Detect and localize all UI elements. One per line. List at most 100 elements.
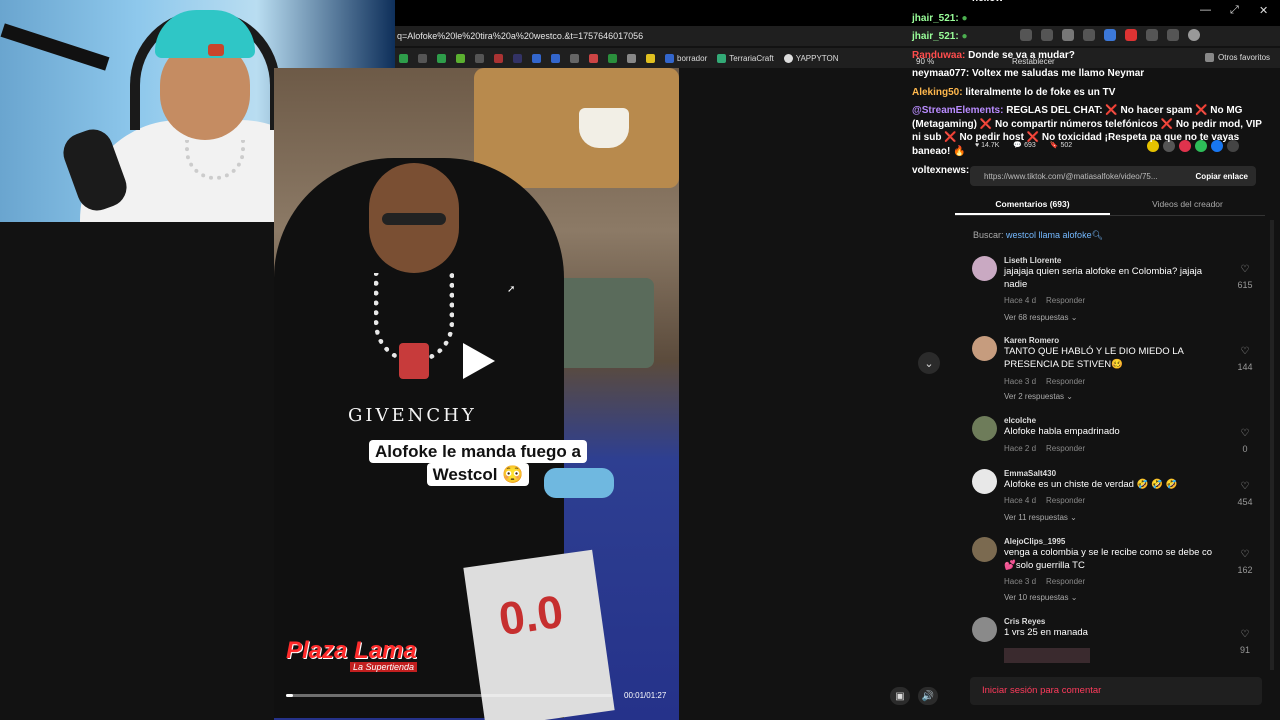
chat-message: jhair_521: ● <box>912 31 968 42</box>
comment-item: Liseth Llorente jajajaja quien seria alo… <box>972 256 1260 326</box>
bookmark-icon[interactable] <box>494 53 503 63</box>
chat-message: neymaa077: Voltex me saludas me llamo Ne… <box>912 68 1145 79</box>
translate-icon[interactable] <box>1041 29 1053 41</box>
bookmarks-bar: borrador TerrariaCraft YAPPYTON <box>395 48 1280 68</box>
grid-icon[interactable] <box>1020 29 1032 41</box>
heart-icon[interactable]: ♡ <box>1230 264 1260 275</box>
shirt-logo: GIVENCHY <box>348 405 477 426</box>
reply-button[interactable]: Responder <box>1046 496 1085 505</box>
zoom-icon[interactable] <box>1062 29 1074 41</box>
reply-button[interactable]: Responder <box>1046 577 1085 586</box>
bookmark-icon[interactable] <box>475 53 484 63</box>
comment-input[interactable]: Iniciar sesión para comentar <box>970 677 1262 705</box>
heart-icon[interactable]: ♡ <box>1230 549 1260 560</box>
emote-icon: ● <box>961 13 968 24</box>
chevron-down-icon[interactable]: ⌄ <box>918 352 940 374</box>
comment-item: Karen Romero TANTO QUE HABLÓ Y LE DIO MI… <box>972 336 1260 406</box>
search-icon[interactable]: 🔍︎ <box>1092 230 1103 240</box>
like-button[interactable]: ♡ 454 <box>1230 481 1260 510</box>
like-button[interactable]: ♡ 162 <box>1230 549 1260 578</box>
other-favorites[interactable]: Otros favoritos <box>1205 53 1270 62</box>
extension-icons <box>1020 29 1200 41</box>
extension-red-icon[interactable] <box>1125 29 1137 41</box>
favorites-icon[interactable] <box>1167 29 1179 41</box>
bookmark-icon[interactable] <box>532 53 541 63</box>
comment-image[interactable] <box>1004 648 1090 663</box>
avatar[interactable] <box>972 537 997 562</box>
chatgpt-icon[interactable] <box>627 53 636 63</box>
video-progress-bar[interactable] <box>286 694 612 697</box>
extension-blue-icon[interactable] <box>1104 29 1116 41</box>
play-icon[interactable] <box>463 343 495 379</box>
chat-message: hellow <box>972 0 1003 5</box>
restore-icon[interactable]: ⤢ <box>1230 4 1239 17</box>
folder-icon[interactable] <box>570 53 579 63</box>
bookmark-icon[interactable] <box>589 53 598 63</box>
comment-item: elcolche Alofoke habla empadrinado Hace … <box>972 416 1260 461</box>
bookmark-icon[interactable] <box>646 53 655 63</box>
tab-creator-videos[interactable]: Videos del creador <box>1110 196 1265 215</box>
heart-icon[interactable]: ♡ <box>1230 481 1260 492</box>
reply-button[interactable]: Responder <box>1046 444 1085 453</box>
comment-item: AlejoClips_1995 venga a colombia y se le… <box>972 537 1260 607</box>
comment-item: EmmaSalt430 Alofoke es un chiste de verd… <box>972 469 1260 529</box>
minimize-icon[interactable]: — <box>1200 4 1211 16</box>
view-replies-button[interactable]: Ver 10 respuestas ⌄ <box>1004 593 1077 602</box>
bookmark-icon[interactable] <box>513 53 522 63</box>
video-time: 00:01/01:27 <box>624 691 667 700</box>
copy-link-button[interactable]: Copiar enlace <box>1196 172 1248 181</box>
bookmark-terrariacraft[interactable]: TerrariaCraft <box>717 53 774 63</box>
reply-button[interactable]: Responder <box>1046 377 1085 386</box>
brand-logo: Plaza Lama <box>286 637 417 664</box>
excel-icon[interactable] <box>608 53 617 63</box>
avatar[interactable] <box>972 469 997 494</box>
brand-tagline: La Supertienda <box>350 662 418 672</box>
bookmark-icon[interactable] <box>399 53 408 63</box>
bookmark-borrador[interactable]: borrador <box>665 53 707 63</box>
view-replies-button[interactable]: Ver 2 respuestas ⌄ <box>1004 392 1073 401</box>
chat-message: jhair_521: ● <box>912 13 968 24</box>
avatar[interactable] <box>972 336 997 361</box>
avatar[interactable] <box>972 256 997 281</box>
heart-icon[interactable]: ♡ <box>1230 428 1260 439</box>
paper-text: 0.0 <box>495 584 567 646</box>
url-text[interactable]: q=Alofoke%20le%20tira%20a%20westco.&t=17… <box>395 31 643 41</box>
scrollbar[interactable] <box>1270 220 1274 670</box>
avatar[interactable] <box>972 416 997 441</box>
browser-titlebar <box>395 0 1280 26</box>
bookmark-icon[interactable] <box>456 53 465 63</box>
emote-icon: ● <box>961 31 968 42</box>
share-link-url[interactable]: https://www.tiktok.com/@matiasalfoke/vid… <box>984 172 1158 181</box>
like-button[interactable]: ♡ 0 <box>1230 428 1260 457</box>
star-icon[interactable] <box>1083 29 1095 41</box>
bookmark-yappyton[interactable]: YAPPYTON <box>783 53 839 63</box>
folder-icon <box>1205 53 1214 62</box>
reply-button[interactable]: Responder <box>1046 296 1085 305</box>
close-icon[interactable]: ✕ <box>1259 4 1268 17</box>
tab-comments[interactable]: Comentarios (693) <box>955 196 1110 215</box>
like-button[interactable]: ♡ 91 <box>1230 629 1260 658</box>
puzzle-icon[interactable] <box>1146 29 1158 41</box>
comment-search[interactable]: Buscar: westcol llama alofoke🔍︎ <box>973 230 1103 241</box>
view-replies-button[interactable]: Ver 11 respuestas ⌄ <box>1004 513 1077 522</box>
avatar[interactable] <box>972 617 997 642</box>
video-progress-fill <box>286 694 293 697</box>
heart-icon[interactable]: ♡ <box>1230 346 1260 357</box>
like-button[interactable]: ♡ 615 <box>1230 264 1260 293</box>
bookmark-icon[interactable] <box>437 53 446 63</box>
mouse-cursor-icon: ➚ <box>507 284 516 295</box>
share-link-box: https://www.tiktok.com/@matiasalfoke/vid… <box>970 166 1256 186</box>
profile-avatar[interactable] <box>1188 29 1200 41</box>
bookmark-icon[interactable] <box>551 53 560 63</box>
chat-message: voltexnews: <box>912 165 970 176</box>
picture-in-picture-icon[interactable]: ▣ <box>890 687 910 705</box>
volume-icon[interactable]: 🔊 <box>918 687 938 705</box>
view-replies-button[interactable]: Ver 68 respuestas ⌄ <box>1004 313 1077 322</box>
bookmark-icon[interactable] <box>418 53 427 63</box>
chat-message: Aleking50: literalmente lo de foke es un… <box>912 87 1116 98</box>
screen: — ⤢ ✕ q=Alofoke%20le%20tira%20a%20westco… <box>0 0 1280 720</box>
video-player[interactable]: GIVENCHY 0.0 <box>274 68 679 720</box>
heart-icon[interactable]: ♡ <box>1230 629 1260 640</box>
like-button[interactable]: ♡ 144 <box>1230 346 1260 375</box>
video-caption: Alofoke le manda fuego a Westcol 😳 <box>363 440 593 486</box>
